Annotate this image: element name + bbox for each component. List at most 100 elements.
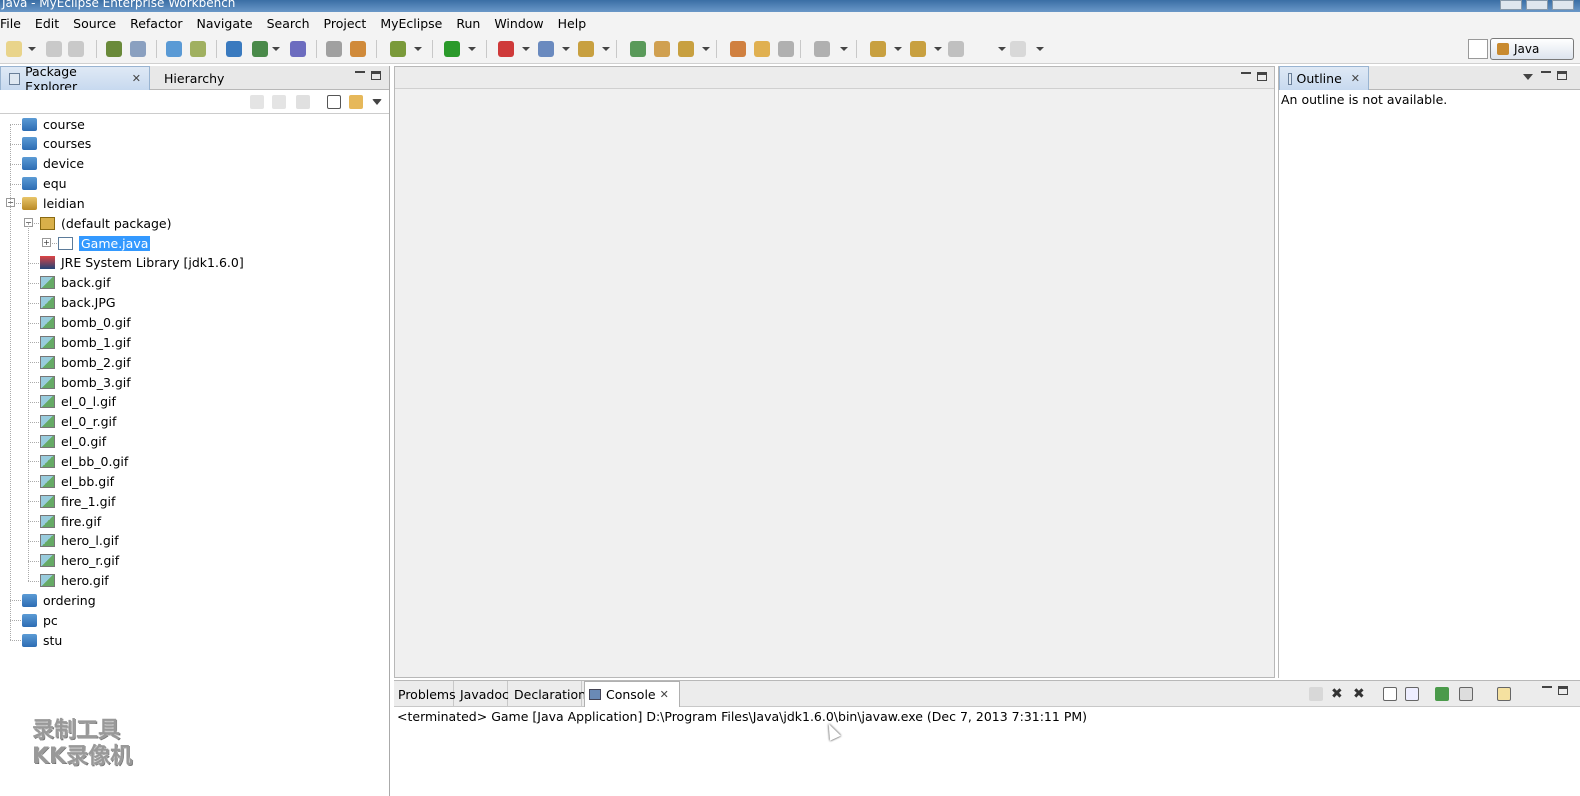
tree-item[interactable]: fire.gif xyxy=(40,511,101,531)
run-external-icon[interactable] xyxy=(578,41,594,57)
tree-item[interactable]: (default package) xyxy=(40,213,171,233)
tree-item[interactable]: pc xyxy=(22,610,58,630)
close-icon[interactable]: ✕ xyxy=(1351,72,1360,85)
perspective-java-button[interactable]: Java xyxy=(1490,38,1574,60)
collapse-all-icon[interactable] xyxy=(327,95,341,109)
dropdown-arrow-icon[interactable] xyxy=(522,47,530,51)
debug-icon[interactable] xyxy=(498,41,514,57)
dropdown-arrow-icon[interactable] xyxy=(840,47,848,51)
tab-package-explorer[interactable]: Package Explorer ✕ xyxy=(0,64,150,94)
tree-item[interactable]: course xyxy=(22,114,85,134)
tree-item[interactable]: stu xyxy=(22,630,62,650)
task-icon[interactable] xyxy=(730,41,746,57)
new-icon[interactable] xyxy=(6,41,22,57)
tree-item[interactable]: fire_1.gif xyxy=(40,491,115,511)
tree-item[interactable]: bomb_2.gif xyxy=(40,352,131,372)
menu-navigate[interactable]: Navigate xyxy=(190,16,260,31)
menu-window[interactable]: Window xyxy=(487,16,550,31)
view-menu-icon[interactable] xyxy=(372,99,382,105)
menu-help[interactable]: Help xyxy=(551,16,594,31)
refresh-icon[interactable] xyxy=(678,41,694,57)
editor-area[interactable] xyxy=(394,66,1275,678)
run-icon[interactable] xyxy=(538,41,554,57)
tree-item[interactable]: back.gif xyxy=(40,273,111,293)
view-menu-icon[interactable] xyxy=(1523,74,1533,80)
new-class-icon[interactable] xyxy=(350,41,366,57)
tree-item[interactable]: hero_r.gif xyxy=(40,551,119,571)
minimize-view-icon[interactable] xyxy=(355,71,365,80)
tree-item[interactable]: equ xyxy=(22,174,67,194)
new-wizard-icon[interactable] xyxy=(444,41,460,57)
back-icon[interactable] xyxy=(948,41,964,57)
menu-search[interactable]: Search xyxy=(260,16,317,31)
close-icon[interactable]: ✕ xyxy=(660,688,669,701)
dropdown-arrow-icon[interactable] xyxy=(414,47,422,51)
camera-icon[interactable] xyxy=(390,41,406,57)
open-folder-icon[interactable] xyxy=(814,41,830,57)
search-icon[interactable] xyxy=(754,41,770,57)
save-icon[interactable] xyxy=(46,41,62,57)
maximize-window-button[interactable] xyxy=(1526,0,1548,10)
minimize-view-icon[interactable] xyxy=(1541,71,1551,80)
pin-console-icon[interactable] xyxy=(1435,687,1449,701)
new-server-icon[interactable] xyxy=(226,41,242,57)
display-selected-console-icon[interactable] xyxy=(1459,687,1473,701)
dropdown-arrow-icon[interactable] xyxy=(272,47,280,51)
menu-source[interactable]: Source xyxy=(66,16,123,31)
minimize-window-button[interactable] xyxy=(1500,0,1522,10)
tree-item[interactable]: bomb_3.gif xyxy=(40,372,131,392)
next-annotation-icon[interactable] xyxy=(870,41,886,57)
tree-item[interactable]: hero.gif xyxy=(40,571,109,591)
tree-item[interactable]: courses xyxy=(22,134,91,154)
open-type-icon[interactable] xyxy=(326,41,342,57)
dropdown-arrow-icon[interactable] xyxy=(28,47,36,51)
debug-server-icon[interactable] xyxy=(106,41,122,57)
new-package-icon[interactable] xyxy=(654,41,670,57)
minimize-editor-icon[interactable] xyxy=(1241,72,1251,81)
maximize-view-icon[interactable] xyxy=(1558,686,1568,695)
clear-console-icon[interactable] xyxy=(1383,687,1397,701)
tree-item[interactable]: Game.java xyxy=(58,233,151,253)
tree-item[interactable]: device xyxy=(22,154,84,174)
scroll-lock-icon[interactable] xyxy=(1405,687,1419,701)
tab-javadoc[interactable]: Javadoc xyxy=(456,681,509,707)
minimize-view-icon[interactable] xyxy=(1542,686,1552,695)
annotation-icon[interactable] xyxy=(778,41,794,57)
dropdown-arrow-icon[interactable] xyxy=(894,47,902,51)
tree-item[interactable]: ordering xyxy=(22,590,96,610)
web-browser-icon[interactable] xyxy=(290,41,306,57)
forward-icon[interactable] xyxy=(1010,41,1026,57)
link-with-editor-icon[interactable] xyxy=(349,95,363,109)
maximize-editor-icon[interactable] xyxy=(1257,72,1267,81)
menu-run[interactable]: Run xyxy=(449,16,487,31)
tree-item[interactable]: back.JPG xyxy=(40,293,116,313)
tree-item[interactable]: bomb_1.gif xyxy=(40,332,131,352)
tree-item[interactable]: el_0_l.gif xyxy=(40,392,116,412)
close-window-button[interactable] xyxy=(1552,0,1574,10)
open-perspective-icon[interactable] xyxy=(1468,39,1488,59)
dropdown-arrow-icon[interactable] xyxy=(468,47,476,51)
tree-item[interactable]: JRE System Library [jdk1.6.0] xyxy=(40,253,244,273)
close-icon[interactable]: ✕ xyxy=(132,72,141,85)
menu-edit[interactable]: Edit xyxy=(28,16,66,31)
open-console-icon[interactable] xyxy=(1497,687,1511,701)
menu-file[interactable]: File xyxy=(0,16,28,31)
dropdown-arrow-icon[interactable] xyxy=(1036,47,1044,51)
dropdown-arrow-icon[interactable] xyxy=(562,47,570,51)
new-ejb-icon[interactable] xyxy=(190,41,206,57)
tab-console[interactable]: Console ✕ xyxy=(584,681,680,707)
dropdown-arrow-icon[interactable] xyxy=(934,47,942,51)
tab-outline[interactable]: Outline ✕ xyxy=(1279,66,1369,90)
tree-item[interactable]: el_0_r.gif xyxy=(40,412,116,432)
deploy-icon[interactable] xyxy=(130,41,146,57)
dropdown-arrow-icon[interactable] xyxy=(702,47,710,51)
menu-myeclipse[interactable]: MyEclipse xyxy=(373,16,449,31)
save-all-icon[interactable] xyxy=(68,41,84,57)
prev-annotation-icon[interactable] xyxy=(910,41,926,57)
terminate-icon[interactable] xyxy=(1309,687,1323,701)
tree-item[interactable]: el_bb_0.gif xyxy=(40,451,128,471)
tree-item[interactable]: el_0.gif xyxy=(40,432,106,452)
expand-toggle-icon[interactable]: + xyxy=(42,238,51,248)
tree-item[interactable]: el_bb.gif xyxy=(40,471,114,491)
dropdown-arrow-icon[interactable] xyxy=(602,47,610,51)
